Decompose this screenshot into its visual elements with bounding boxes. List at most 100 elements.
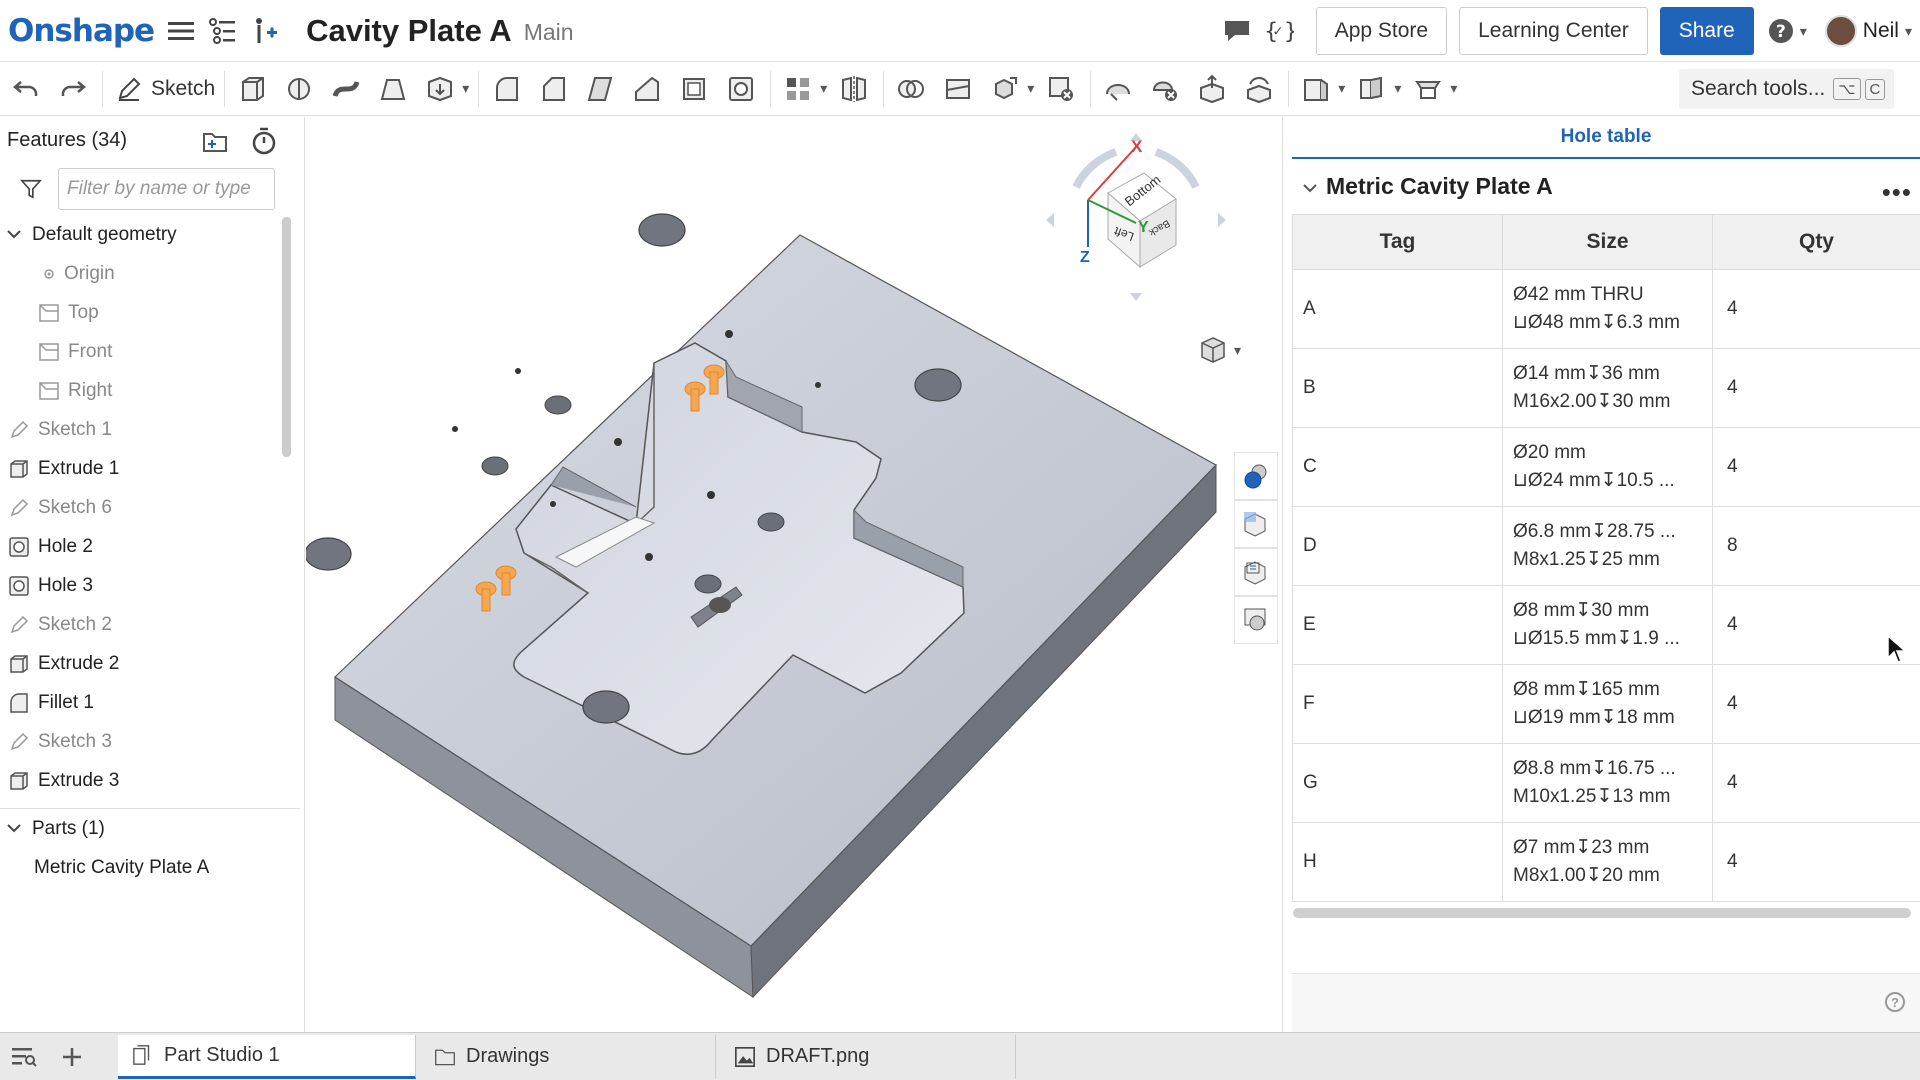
chamfer-icon[interactable] (533, 69, 573, 109)
user-menu[interactable]: Neil ▾ (1824, 15, 1912, 47)
app-store-button[interactable]: App Store (1315, 7, 1448, 55)
help-icon[interactable]: ? (1885, 992, 1905, 1012)
frame-icon[interactable] (1352, 69, 1392, 109)
chevron-down-icon[interactable]: ▾ (462, 80, 469, 97)
feature-item[interactable]: Hole 2 (0, 527, 304, 566)
help-dropdown-icon[interactable]: ▾ (1800, 23, 1807, 40)
replace-face-icon[interactable] (1239, 69, 1279, 109)
feature-item[interactable]: Sketch 2 (0, 605, 304, 644)
search-tools-input[interactable]: Search tools... ⌥ C (1679, 69, 1894, 109)
column-header-tag[interactable]: Tag (1292, 214, 1503, 270)
share-button[interactable]: Share (1659, 7, 1754, 55)
default-geometry-group[interactable]: Default geometry (0, 215, 304, 254)
sheet-metal-icon[interactable] (1296, 69, 1336, 109)
filter-icon[interactable] (20, 178, 42, 200)
cavity-plate[interactable] (334, 234, 1217, 999)
insert-icon[interactable] (250, 16, 280, 46)
table-row[interactable]: B Ø14 mm↧36 mm M16x2.00↧30 mm 4 (1292, 348, 1920, 428)
split-icon[interactable] (938, 69, 978, 109)
more-options-icon[interactable]: ••• (1882, 177, 1912, 208)
feature-item[interactable]: Sketch 3 (0, 722, 304, 761)
table-row[interactable]: C Ø20 mm ⊔Ø24 mm↧10.5 ... 4 (1292, 427, 1920, 507)
thicken-icon[interactable] (420, 69, 460, 109)
rib-icon[interactable] (627, 69, 667, 109)
surfacing-icon[interactable] (1408, 69, 1448, 109)
feature-item[interactable]: Sketch 1 (0, 410, 304, 449)
add-folder-icon[interactable] (202, 128, 230, 156)
help-icon[interactable]: ? (1768, 16, 1798, 46)
draft-icon[interactable] (580, 69, 620, 109)
feature-item[interactable]: Extrude 1 (0, 449, 304, 488)
mirror-icon[interactable] (834, 69, 874, 109)
sweep-icon[interactable] (326, 69, 366, 109)
column-header-size[interactable]: Size (1502, 214, 1713, 270)
hole-table-part-header[interactable]: Metric Cavity Plate A (1292, 159, 1920, 215)
feature-list-icon[interactable] (208, 16, 238, 46)
redo-icon[interactable] (53, 69, 93, 109)
revolve-icon[interactable] (279, 69, 319, 109)
tree-item-origin[interactable]: Origin (0, 254, 304, 293)
table-row[interactable]: A Ø42 mm THRU ⊔Ø48 mm↧6.3 mm 4 (1292, 269, 1920, 349)
transform-icon[interactable] (985, 69, 1025, 109)
comment-icon[interactable] (1222, 16, 1252, 46)
table-row[interactable]: D Ø6.8 mm↧28.75 ... M8x1.25↧25 mm 8 (1292, 506, 1920, 586)
branch-name[interactable]: Main (524, 19, 574, 46)
plane-icon[interactable] (1098, 69, 1138, 109)
chevron-down-icon[interactable]: ▾ (820, 80, 827, 97)
boolean-icon[interactable] (891, 69, 931, 109)
fillet-icon[interactable] (486, 69, 526, 109)
parts-group[interactable]: Parts (1) (0, 809, 105, 848)
part-item[interactable]: Metric Cavity Plate A (34, 848, 209, 887)
table-row[interactable]: E Ø8 mm↧30 mm ⊔Ø15.5 mm↧1.9 ... 4 (1292, 585, 1920, 665)
render-icon[interactable] (1234, 596, 1278, 644)
variables-icon[interactable]: {✓} (1264, 16, 1294, 46)
undo-icon[interactable] (6, 69, 46, 109)
add-tab-icon[interactable] (48, 1033, 96, 1080)
document-title[interactable]: Cavity Plate A (306, 13, 512, 49)
column-header-qty[interactable]: Qty (1712, 214, 1920, 270)
named-views-icon[interactable] (1234, 548, 1278, 596)
feature-filter-input[interactable]: Filter by name or type (58, 168, 275, 210)
chevron-down-icon[interactable]: ▾ (1338, 80, 1345, 97)
loft-icon[interactable] (373, 69, 413, 109)
document-tab[interactable]: Part Studio 1 (118, 1034, 416, 1079)
delete-part-icon[interactable] (1041, 69, 1081, 109)
feature-item[interactable]: Fillet 1 (0, 683, 304, 722)
document-tab[interactable]: DRAFT.png (720, 1034, 1016, 1079)
svg-text:?: ? (1776, 22, 1786, 42)
move-face-icon[interactable] (1192, 69, 1232, 109)
onshape-logo[interactable]: Onshape (8, 13, 155, 49)
menu-icon[interactable] (166, 16, 196, 46)
view-cube[interactable]: X Y Z Bottom Left Back (1036, 127, 1236, 317)
tab-manager-icon[interactable] (0, 1033, 48, 1080)
feature-item[interactable]: Hole 3 (0, 566, 304, 605)
tree-item-right[interactable]: Right (0, 371, 304, 410)
shell-icon[interactable] (674, 69, 714, 109)
hole-table-scrollbar[interactable] (1293, 908, 1911, 918)
feature-item[interactable]: Sketch 6 (0, 488, 304, 527)
learning-center-button[interactable]: Learning Center (1459, 7, 1648, 55)
section-view-icon[interactable] (1234, 500, 1278, 548)
graphics-viewport[interactable]: X Y Z Bottom Left Back ▾ (306, 117, 1281, 1032)
tree-item-front[interactable]: Front (0, 332, 304, 371)
linear-pattern-icon[interactable] (778, 69, 818, 109)
feature-list-scrollbar[interactable] (282, 217, 291, 457)
sketch-button[interactable]: Sketch (115, 75, 215, 103)
chevron-down-icon[interactable]: ▾ (1027, 80, 1034, 97)
rollback-timer-icon[interactable] (250, 127, 278, 155)
delete-face-icon[interactable] (1145, 69, 1185, 109)
hole-icon[interactable] (721, 69, 761, 109)
table-row[interactable]: G Ø8.8 mm↧16.75 ... M10x1.25↧13 mm 4 (1292, 743, 1920, 823)
table-row[interactable]: H Ø7 mm↧23 mm M8x1.00↧20 mm 4 (1292, 822, 1920, 902)
table-row[interactable]: F Ø8 mm↧165 mm ⊔Ø19 mm↧18 mm 4 (1292, 664, 1920, 744)
view-mode-dropdown[interactable]: ▾ (1198, 335, 1241, 365)
chevron-down-icon[interactable]: ▾ (1450, 80, 1457, 97)
document-tab[interactable]: Drawings (420, 1034, 716, 1079)
tab-hole-table[interactable]: Hole table (1292, 117, 1920, 159)
chevron-down-icon[interactable]: ▾ (1394, 80, 1401, 97)
extrude-icon[interactable] (232, 69, 272, 109)
feature-item[interactable]: Extrude 2 (0, 644, 304, 683)
tree-item-top[interactable]: Top (0, 293, 304, 332)
appearance-icon[interactable] (1234, 452, 1278, 500)
feature-item[interactable]: Extrude 3 (0, 761, 304, 800)
